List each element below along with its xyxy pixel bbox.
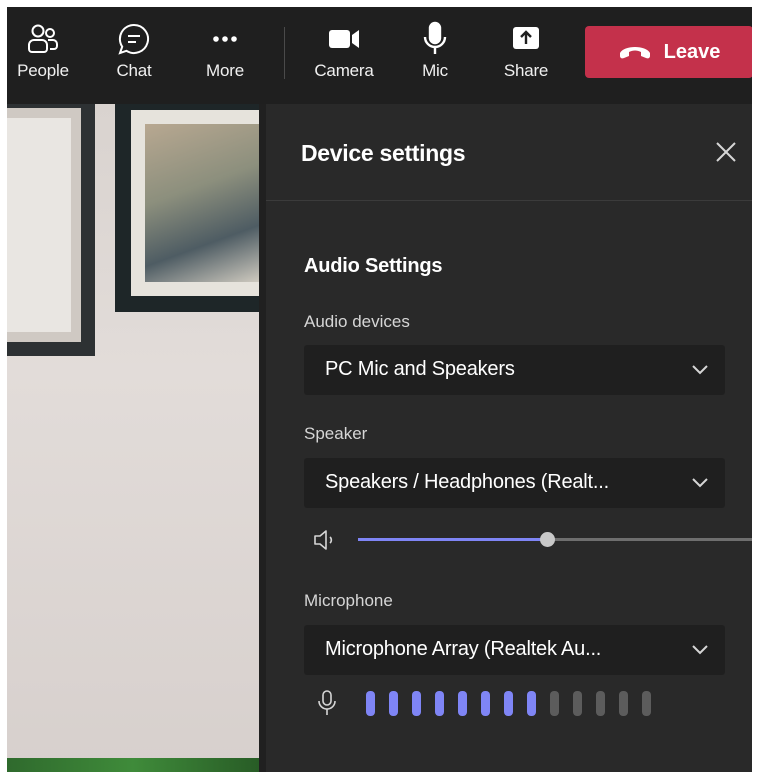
- camera-button[interactable]: Camera: [309, 19, 379, 89]
- share-button[interactable]: Share: [491, 19, 561, 89]
- speaker-dropdown[interactable]: Speakers / Headphones (Realt...: [304, 458, 725, 508]
- speaker-label: Speaker: [304, 424, 368, 443]
- microphone-level-bar: [458, 691, 467, 716]
- wall-picture-left: [7, 104, 95, 356]
- mic-label: Mic: [422, 61, 448, 80]
- speaker-value: Speakers / Headphones (Realt...: [325, 471, 609, 493]
- microphone-level-bar: [504, 691, 513, 716]
- microphone-level-bar: [481, 691, 490, 716]
- close-button[interactable]: [712, 138, 740, 166]
- video-foreground: [7, 758, 259, 772]
- microphone-dropdown[interactable]: Microphone Array (Realtek Au...: [304, 625, 725, 675]
- microphone-level-bar: [366, 691, 375, 716]
- audio-devices-dropdown[interactable]: PC Mic and Speakers: [304, 345, 725, 395]
- microphone-level-bar: [412, 691, 421, 716]
- speaker-volume-slider[interactable]: [358, 532, 752, 547]
- toolbar-divider: [284, 27, 285, 79]
- meeting-window: People Chat More Camera Mic Share Leave …: [7, 7, 752, 772]
- more-button[interactable]: More: [190, 19, 260, 89]
- wall-picture-right: [115, 104, 259, 312]
- device-settings-panel: Device settings Audio Settings Audio dev…: [266, 104, 752, 772]
- chat-label: Chat: [116, 61, 152, 80]
- video-feed: [7, 104, 259, 772]
- close-icon: [716, 142, 736, 162]
- speaker-volume-thumb[interactable]: [540, 532, 556, 547]
- more-label: More: [206, 61, 244, 80]
- audio-devices-label: Audio devices: [304, 312, 410, 331]
- microphone-value: Microphone Array (Realtek Au...: [325, 638, 602, 660]
- audio-settings-heading: Audio Settings: [304, 255, 443, 277]
- people-icon: [26, 19, 60, 59]
- speaker-volume-row: [312, 524, 752, 554]
- chat-icon: [117, 19, 151, 59]
- microphone-level-bar: [550, 691, 559, 716]
- microphone-level-bar: [596, 691, 605, 716]
- microphone-label: Microphone: [304, 591, 393, 610]
- phone-hangup-icon: [618, 43, 652, 61]
- mic-button[interactable]: Mic: [400, 19, 470, 89]
- share-label: Share: [503, 61, 549, 80]
- camera-icon: [326, 19, 362, 59]
- chevron-down-icon: [692, 478, 708, 488]
- microphone-level-bar: [573, 691, 582, 716]
- people-button[interactable]: People: [8, 19, 78, 89]
- microphone-level-row: [316, 689, 716, 719]
- microphone-level-bar: [527, 691, 536, 716]
- panel-title: Device settings: [301, 140, 466, 166]
- mic-icon: [418, 19, 452, 59]
- more-icon: [208, 19, 242, 59]
- audio-devices-value: PC Mic and Speakers: [325, 358, 515, 380]
- panel-header: Device settings: [266, 104, 752, 201]
- chevron-down-icon: [692, 365, 708, 375]
- speaker-volume-fill: [358, 538, 548, 541]
- microphone-level-bar: [435, 691, 444, 716]
- camera-label: Camera: [314, 61, 374, 80]
- microphone-level-meter: [366, 691, 665, 716]
- speaker-icon: [314, 530, 333, 550]
- microphone-level-bar: [619, 691, 628, 716]
- share-icon: [509, 19, 543, 59]
- microphone-level-bar: [389, 691, 398, 716]
- people-label: People: [17, 61, 69, 80]
- microphone-level-bar: [642, 691, 651, 716]
- leave-button[interactable]: Leave: [585, 26, 752, 78]
- chat-button[interactable]: Chat: [99, 19, 169, 89]
- chevron-down-icon: [692, 645, 708, 655]
- leave-label: Leave: [663, 40, 721, 63]
- meeting-toolbar: People Chat More Camera Mic Share Leave: [7, 7, 752, 104]
- mic-icon: [318, 690, 336, 715]
